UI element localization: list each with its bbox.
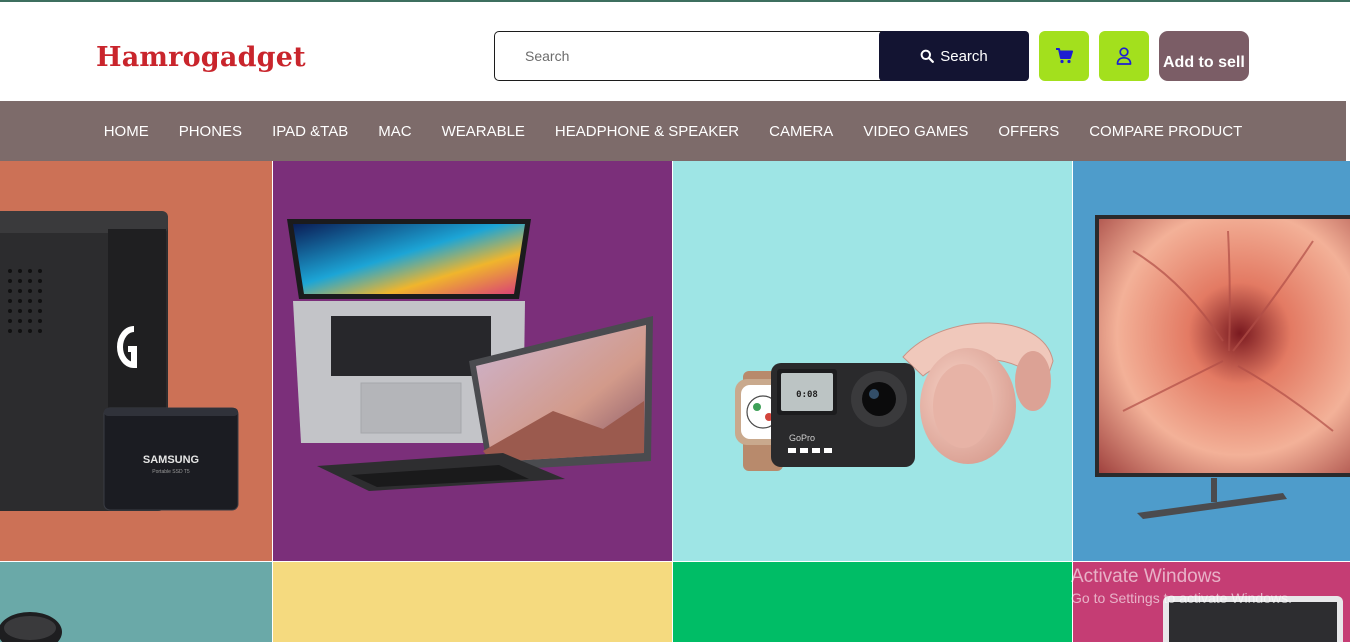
bottom-tile-4[interactable] bbox=[1073, 562, 1350, 642]
storage-product-image: SAMSUNG Portable SSD T5 bbox=[0, 211, 239, 511]
wearables-tile[interactable]: 0:08 GoPro bbox=[673, 161, 1072, 561]
nav-list: HOME PHONES IPAD &TAB MAC WEARABLE HEADP… bbox=[89, 123, 1258, 140]
tv-product-image bbox=[1095, 215, 1350, 519]
search-button-label: Search bbox=[940, 47, 988, 65]
nav-item-phones[interactable]: PHONES bbox=[164, 123, 257, 140]
nav-item-camera[interactable]: CAMERA bbox=[754, 123, 848, 140]
imac-product-image bbox=[1163, 596, 1343, 642]
bottom-tile-2[interactable] bbox=[273, 562, 672, 642]
nav-item-headphone-speaker[interactable]: HEADPHONE & SPEAKER bbox=[540, 123, 754, 140]
lens-product-image bbox=[0, 612, 62, 642]
nav-item-video-games[interactable]: VIDEO GAMES bbox=[848, 123, 983, 140]
laptop-product-image bbox=[287, 219, 653, 491]
bottom-tile-3[interactable] bbox=[673, 562, 1072, 642]
brand-logo[interactable]: Hamrogadget bbox=[96, 42, 306, 73]
search-button[interactable]: Search bbox=[879, 31, 1029, 81]
ssd-model-label: Portable SSD T5 bbox=[152, 469, 190, 475]
wearables-product-image: 0:08 GoPro bbox=[735, 322, 1054, 471]
tv-tile[interactable] bbox=[1073, 161, 1350, 561]
nav-item-offers[interactable]: OFFERS bbox=[983, 123, 1074, 140]
nav-item-wearable[interactable]: WEARABLE bbox=[427, 123, 540, 140]
search-bar: Search bbox=[494, 31, 1029, 81]
cart-icon bbox=[1056, 48, 1073, 64]
bottom-tile-1[interactable] bbox=[0, 562, 272, 642]
ssd-brand-label: SAMSUNG bbox=[143, 454, 199, 466]
gopro-brand-label: GoPro bbox=[789, 433, 815, 443]
nav-item-mac[interactable]: MAC bbox=[363, 123, 426, 140]
nav-item-home[interactable]: HOME bbox=[89, 123, 164, 140]
storage-tile[interactable]: SAMSUNG Portable SSD T5 bbox=[0, 161, 272, 561]
laptop-tile[interactable] bbox=[273, 161, 672, 561]
nav-item-compare-product[interactable]: COMPARE PRODUCT bbox=[1074, 123, 1257, 140]
user-icon bbox=[1116, 47, 1132, 65]
search-icon bbox=[920, 49, 935, 63]
account-button[interactable] bbox=[1099, 31, 1149, 81]
nav-item-ipad-tab[interactable]: IPAD &TAB bbox=[257, 123, 363, 140]
gopro-readout: 0:08 bbox=[796, 390, 818, 400]
main-navigation: HOME PHONES IPAD &TAB MAC WEARABLE HEADP… bbox=[0, 101, 1346, 161]
search-input[interactable] bbox=[494, 31, 894, 81]
add-to-sell-button[interactable]: Add to sell bbox=[1159, 31, 1249, 81]
header: Hamrogadget Search Add to sell bbox=[0, 2, 1350, 101]
cart-button[interactable] bbox=[1039, 31, 1089, 81]
